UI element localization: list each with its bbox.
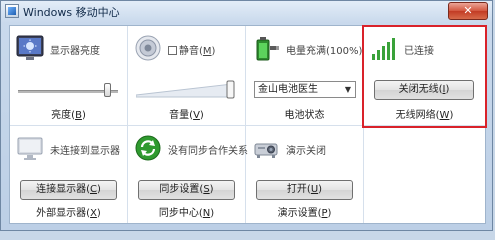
brightness-footer: 亮度(B) xyxy=(51,110,86,121)
tile-sync-center: 没有同步合作关系 同步设置(S) 同步中心(N) xyxy=(128,126,248,223)
power-plan-select[interactable]: 金山电池医生 ▼ xyxy=(254,81,356,98)
sync-settings-button[interactable]: 同步设置(S) xyxy=(138,180,235,200)
volume-slider-thumb[interactable] xyxy=(226,80,235,99)
chevron-down-icon: ▼ xyxy=(344,85,351,94)
presentation-status-text: 演示关闭 xyxy=(286,146,326,157)
brightness-slider-thumb[interactable] xyxy=(104,83,111,97)
monitor-brightness-icon[interactable] xyxy=(16,34,44,62)
mute-checkbox-row[interactable]: 静音(M) xyxy=(168,42,215,57)
speaker-icon[interactable] xyxy=(134,34,162,62)
close-button[interactable]: ✕ xyxy=(448,2,488,20)
mute-label: 静音( xyxy=(179,46,203,57)
mute-checkbox[interactable] xyxy=(168,46,177,55)
mobility-center-icon xyxy=(5,4,19,18)
brightness-slider-track xyxy=(18,90,118,93)
turn-on-presentation-button[interactable]: 打开(U) xyxy=(256,180,353,200)
external-display-footer: 外部显示器(X) xyxy=(36,208,101,219)
volume-footer: 音量(V) xyxy=(169,110,204,121)
battery-plug-icon[interactable] xyxy=(252,34,280,62)
empty-tile xyxy=(364,126,485,223)
sync-icon[interactable] xyxy=(134,134,162,162)
close-icon: ✕ xyxy=(463,4,473,17)
connect-display-button[interactable]: 连接显示器(C) xyxy=(20,180,117,200)
sync-footer: 同步中心(N) xyxy=(158,208,215,219)
volume-slider[interactable] xyxy=(136,76,236,100)
tile-external-display: 未连接到显示器 连接显示器(C) 外部显示器(X) xyxy=(10,126,128,223)
external-display-status-text: 未连接到显示器 xyxy=(50,146,120,157)
sync-status-text: 没有同步合作关系 xyxy=(168,146,248,157)
window-title: Windows 移动中心 xyxy=(23,6,120,19)
brightness-label: 显示器亮度 xyxy=(50,46,100,57)
battery-status-text: 电量充满(100%) xyxy=(286,46,363,57)
external-monitor-icon[interactable] xyxy=(16,134,44,162)
tile-battery: 电量充满(100%) 金山电池医生 ▼ 电池状态 xyxy=(246,26,364,126)
highlight-box xyxy=(362,25,487,128)
tile-volume: 静音(M) 音量(V) xyxy=(128,26,246,126)
power-plan-value: 金山电池医生 xyxy=(258,84,318,95)
presentation-footer: 演示设置(P) xyxy=(277,208,332,219)
mobility-center-window: Windows 移动中心 ✕ 显示器亮度 亮度(B) 静音(M) 音量(V) 电… xyxy=(0,0,493,231)
tile-presentation: 演示关闭 打开(U) 演示设置(P) xyxy=(246,126,364,223)
tile-display-brightness: 显示器亮度 亮度(B) xyxy=(10,26,128,126)
battery-footer: 电池状态 xyxy=(284,110,325,121)
title-bar[interactable]: Windows 移动中心 ✕ xyxy=(1,1,492,22)
projector-icon[interactable] xyxy=(252,134,280,162)
brightness-slider[interactable] xyxy=(18,83,118,97)
